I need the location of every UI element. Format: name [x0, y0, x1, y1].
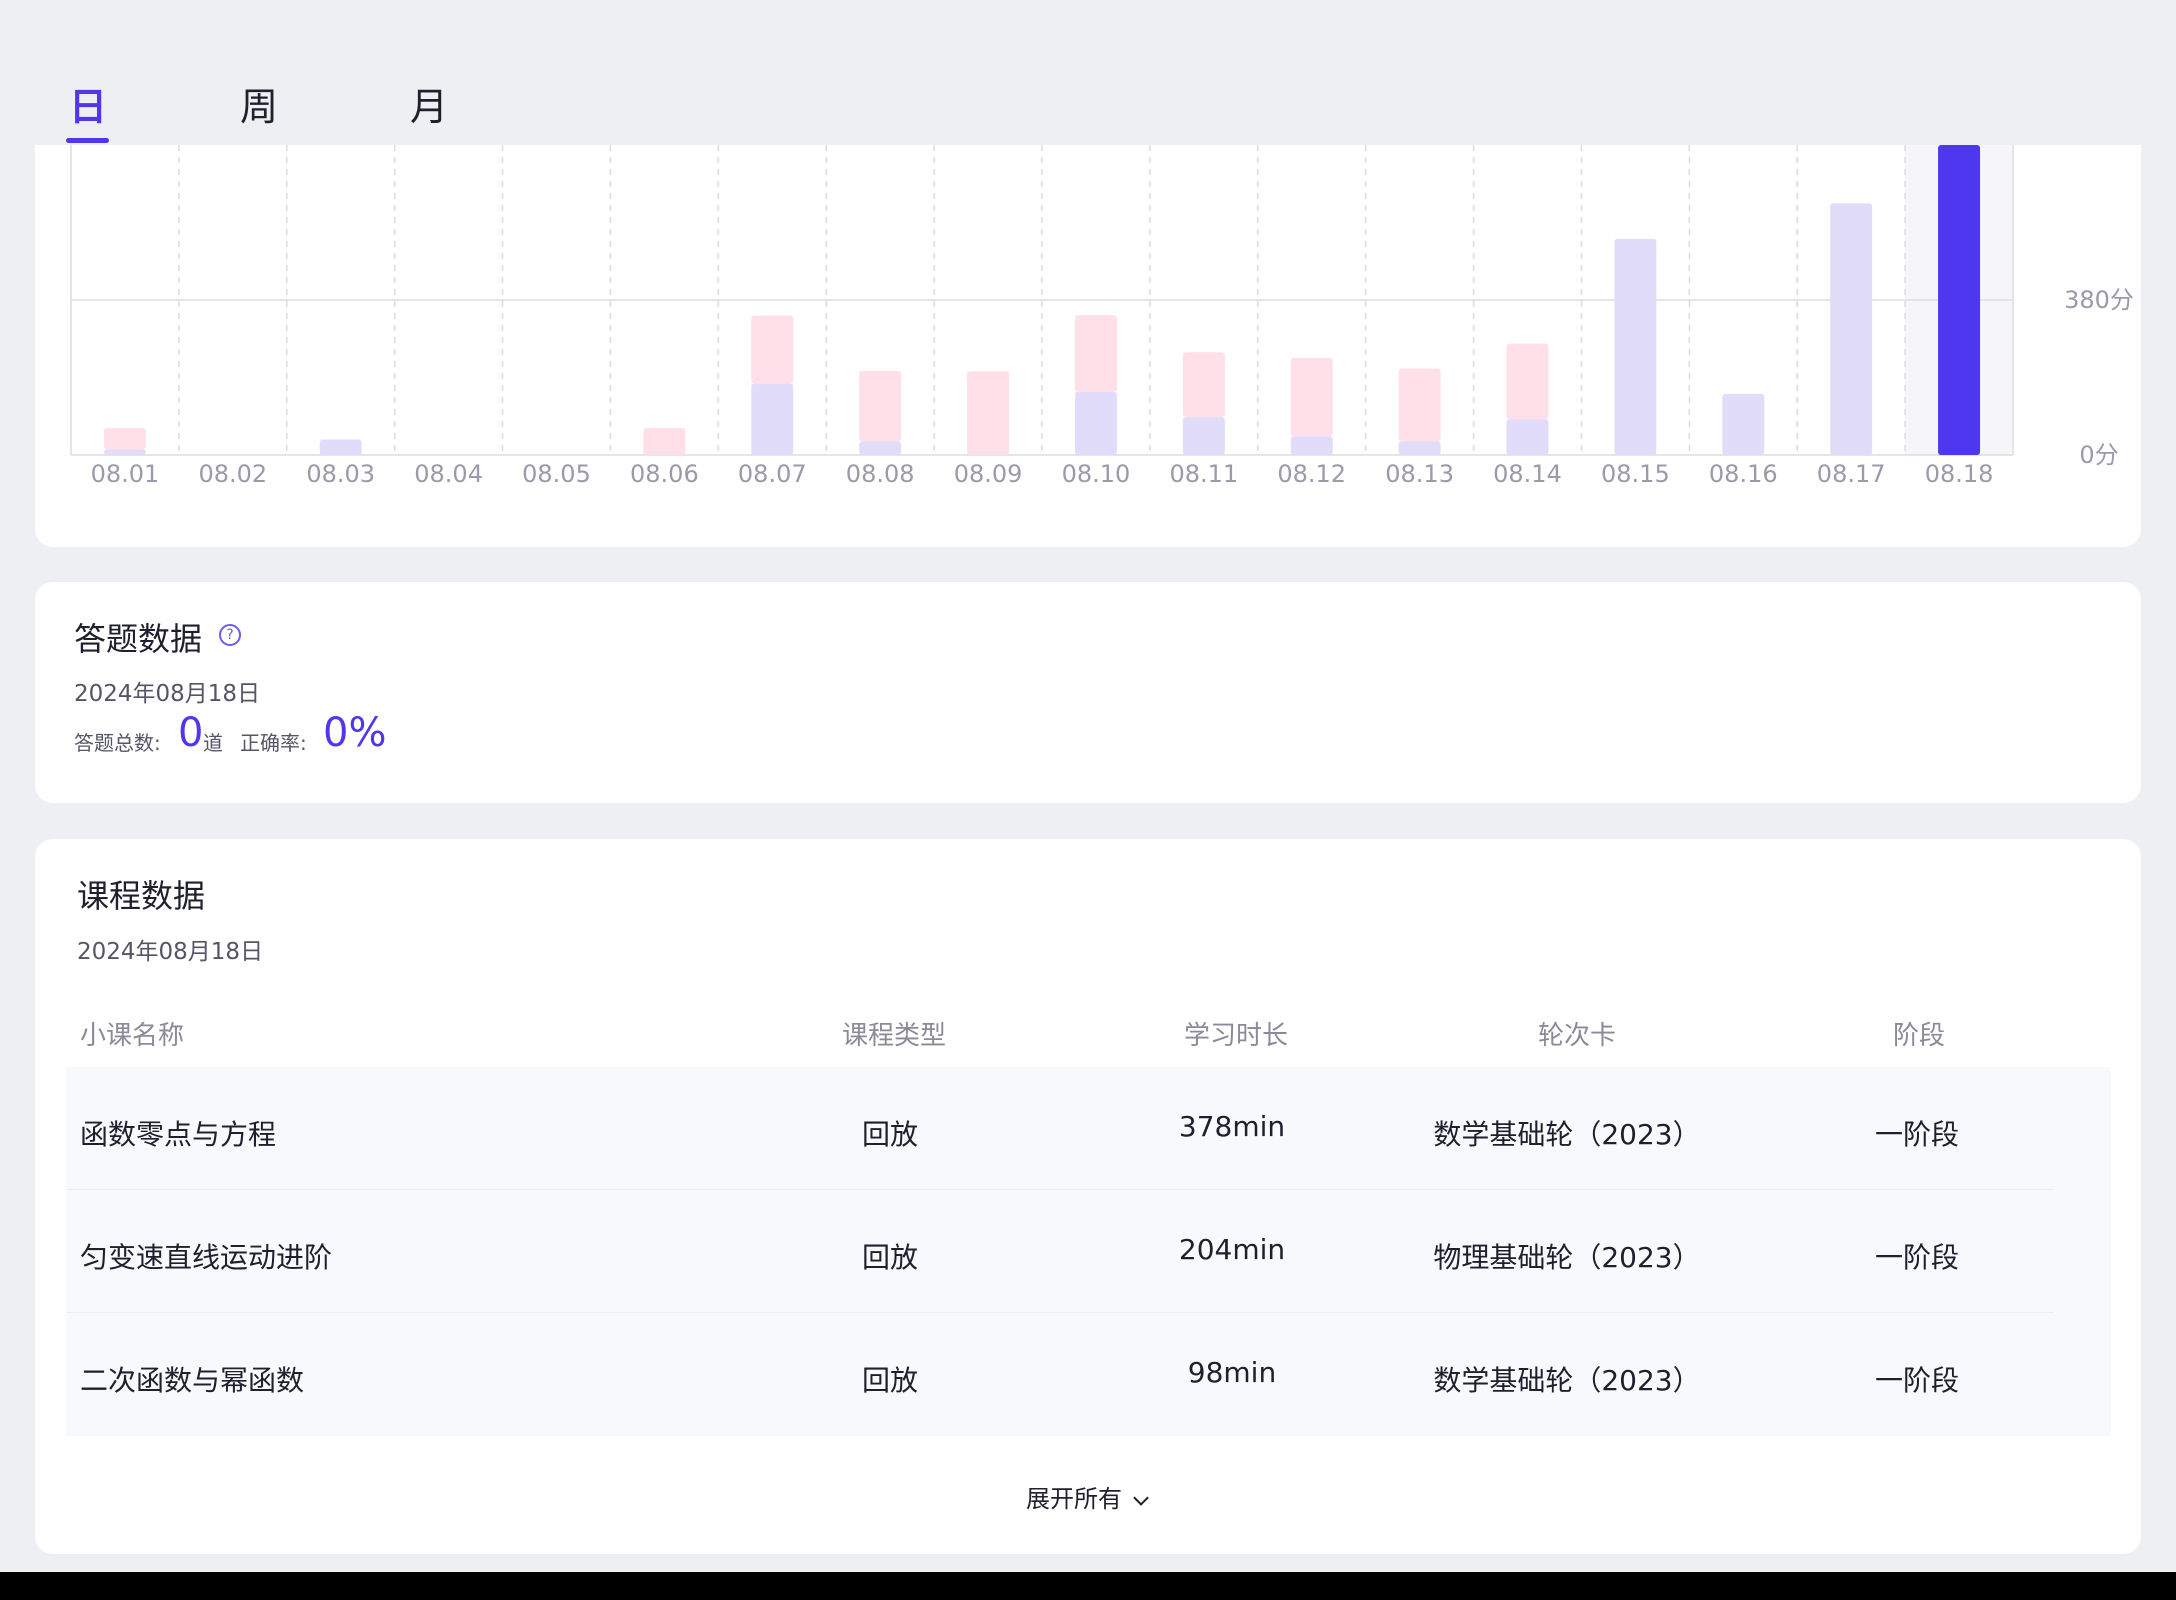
chart-bar — [1290, 436, 1333, 455]
x-tick-label: 08.17 — [1817, 460, 1886, 488]
course-type: 回放 — [861, 1118, 919, 1151]
col-header-type: 课程类型 — [842, 1021, 947, 1051]
answer-data-title: 答题数据 — [74, 620, 203, 658]
chart-bar — [1614, 238, 1657, 455]
chart-bar — [1074, 315, 1117, 392]
course-data-date: 2024年08月18日 — [77, 939, 264, 965]
chart-bar — [751, 383, 794, 455]
chart-bar — [103, 428, 146, 450]
course-stage: 一阶段 — [1874, 1364, 1960, 1397]
x-tick-label: 08.18 — [1925, 460, 1994, 488]
chart-bar — [643, 428, 686, 455]
x-tick-label: 08.01 — [91, 460, 160, 488]
chart-bar — [319, 439, 362, 455]
expand-all-label: 展开所有 — [1026, 1485, 1122, 1513]
course-data-title: 课程数据 — [77, 877, 206, 915]
course-name: 匀变速直线运动进阶 — [80, 1241, 333, 1274]
total-questions-unit: 道 — [203, 731, 223, 755]
active-tab-indicator — [66, 138, 109, 143]
col-header-name: 小课名称 — [80, 1021, 185, 1051]
x-tick-label: 08.16 — [1709, 460, 1778, 488]
course-duration: 204min — [1178, 1233, 1286, 1266]
y-tick-label: 0分 — [2079, 441, 2118, 469]
col-header-stage: 阶段 — [1893, 1021, 1946, 1051]
x-tick-label: 08.12 — [1277, 460, 1346, 488]
chart-bar — [1722, 393, 1765, 455]
accuracy-label: 正确率: — [240, 731, 307, 755]
answer-data-card: 答题数据 ? 2024年08月18日 答题总数: 0 道 正确率: 0% — [35, 582, 2141, 803]
course-name: 函数零点与方程 — [80, 1118, 277, 1151]
course-duration: 98min — [1187, 1356, 1277, 1389]
chart-bar — [859, 370, 902, 442]
x-tick-label: 08.02 — [198, 460, 267, 488]
chart-bar — [1290, 357, 1333, 437]
course-type: 回放 — [861, 1241, 919, 1274]
x-tick-label: 08.10 — [1062, 460, 1131, 488]
chart-bar — [103, 449, 146, 455]
col-header-card: 轮次卡 — [1538, 1021, 1617, 1051]
chart-bar — [859, 441, 902, 455]
expand-all-button[interactable]: 展开所有 — [1026, 1479, 1149, 1514]
tab-day[interactable]: 日 — [69, 76, 107, 131]
study-duration-chart-card: 0分 380分 08.01 08.02 08.03 08.04 08.05 08.06 08.0… — [35, 145, 2141, 547]
x-tick-label: 08.05 — [522, 460, 591, 488]
x-tick-label: 08.14 — [1493, 460, 1562, 488]
x-tick-label: 08.13 — [1385, 460, 1454, 488]
course-type: 回放 — [861, 1364, 919, 1397]
course-card: 数学基础轮（2023） — [1433, 1118, 1701, 1151]
row-divider — [66, 1189, 2054, 1190]
chart-bar — [1506, 419, 1549, 455]
chart-bar — [967, 371, 1010, 455]
course-stage: 一阶段 — [1874, 1118, 1960, 1151]
y-tick-label: 380分 — [2064, 286, 2134, 314]
x-tick-label: 08.09 — [954, 460, 1023, 488]
chart-bar — [1182, 417, 1225, 455]
course-stage: 一阶段 — [1874, 1241, 1960, 1274]
chart-bar — [1506, 343, 1549, 420]
course-card: 物理基础轮（2023） — [1433, 1241, 1701, 1274]
tab-month[interactable]: 月 — [410, 76, 448, 131]
chart-bar — [1830, 203, 1873, 455]
course-table-body — [66, 1067, 2111, 1436]
x-tick-label: 08.15 — [1601, 460, 1670, 488]
help-icon[interactable]: ? — [219, 624, 241, 646]
x-tick-label: 08.08 — [846, 460, 915, 488]
chart-bar — [1398, 441, 1441, 455]
chart-bar — [1074, 391, 1117, 455]
study-duration-chart: 0分 380分 08.01 08.02 08.03 08.04 08.05 08.06 08.0… — [70, 145, 2134, 488]
x-tick-label: 08.06 — [630, 460, 699, 488]
x-tick-label: 08.11 — [1169, 460, 1238, 488]
total-questions-value: 0 — [178, 710, 204, 756]
bottom-edge-bar — [0, 1572, 2176, 1600]
x-tick-label: 08.04 — [414, 460, 483, 488]
chart-bar — [751, 315, 794, 384]
row-divider — [66, 1312, 2054, 1313]
period-tabs: 日 周 月 — [0, 0, 2176, 145]
tab-week[interactable]: 周 — [240, 76, 278, 131]
total-questions-label: 答题总数: — [74, 731, 161, 755]
x-tick-label: 08.07 — [738, 460, 807, 488]
answer-data-date: 2024年08月18日 — [74, 681, 261, 707]
x-tick-label: 08.03 — [306, 460, 375, 488]
chart-bar — [1182, 352, 1225, 418]
chart-bar — [1398, 368, 1441, 442]
course-name: 二次函数与幂函数 — [80, 1364, 305, 1397]
chart-bar — [1938, 145, 1981, 455]
course-duration: 378min — [1178, 1110, 1286, 1143]
col-header-duration: 学习时长 — [1184, 1021, 1289, 1051]
course-card: 数学基础轮（2023） — [1433, 1364, 1701, 1397]
accuracy-value: 0% — [323, 710, 387, 756]
